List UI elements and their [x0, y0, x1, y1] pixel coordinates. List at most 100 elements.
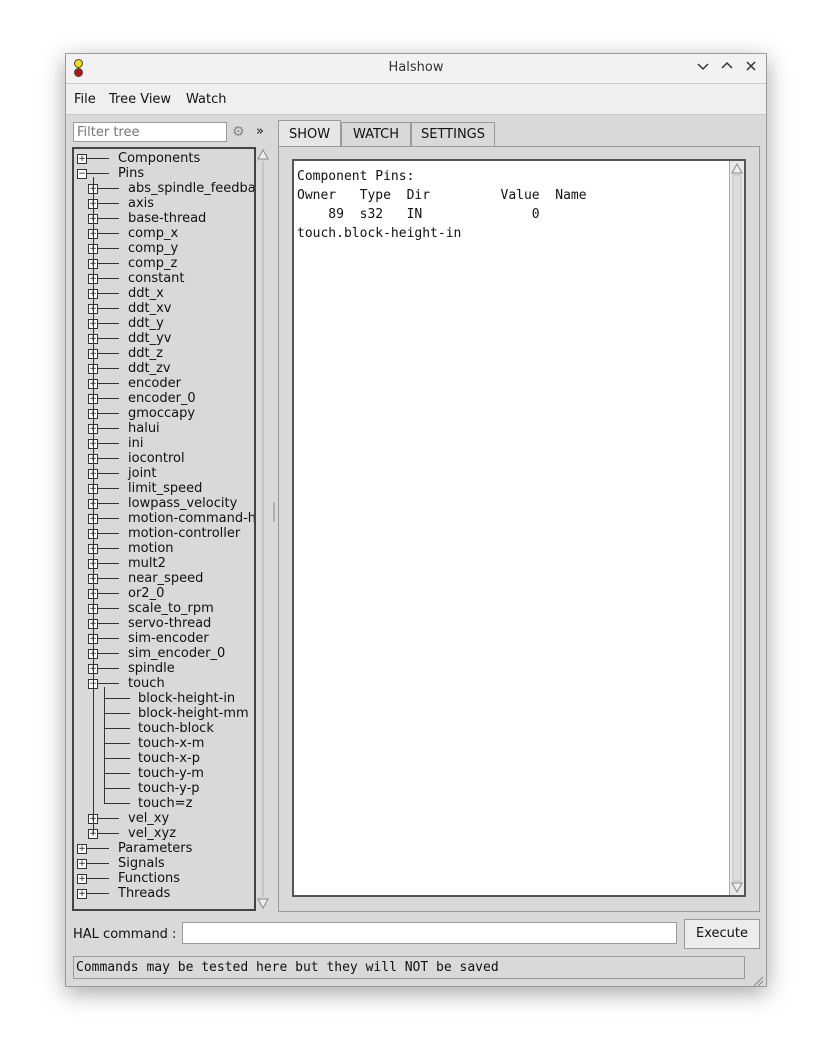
- tree-component[interactable]: +limit_speed: [74, 481, 254, 496]
- tree-component[interactable]: +motion-controller: [74, 526, 254, 541]
- tree-component[interactable]: +vel_xy: [74, 811, 254, 826]
- tree-connector: [98, 608, 119, 609]
- tree-component[interactable]: +halui: [74, 421, 254, 436]
- tree-component[interactable]: +ini: [74, 436, 254, 451]
- tree-component[interactable]: +comp_x: [74, 226, 254, 241]
- show-output[interactable]: Component Pins: Owner Type Dir Value Nam…: [292, 159, 746, 897]
- tree-connector: [104, 713, 130, 714]
- tree-component[interactable]: +motion: [74, 541, 254, 556]
- hal-tree[interactable]: +Components−Pins+abs_spindle_feedba+axis…: [72, 147, 256, 911]
- tree-component[interactable]: +ddt_yv: [74, 331, 254, 346]
- tree-component[interactable]: +comp_z: [74, 256, 254, 271]
- tree-category[interactable]: + Parameters: [74, 841, 254, 856]
- tree-component[interactable]: +motion-command-h: [74, 511, 254, 526]
- menu-file[interactable]: File: [74, 92, 96, 107]
- tree-scrollbar[interactable]: [256, 147, 270, 911]
- tree-item-label: scale_to_rpm: [128, 601, 214, 616]
- tree-connector: [98, 623, 119, 624]
- tree-category[interactable]: + Threads: [74, 886, 254, 901]
- tree-component[interactable]: +mult2: [74, 556, 254, 571]
- tab-settings[interactable]: SETTINGS: [411, 122, 495, 146]
- tree-component[interactable]: +sim-encoder: [74, 631, 254, 646]
- tree-component[interactable]: +ddt_zv: [74, 361, 254, 376]
- tree-component[interactable]: +encoder: [74, 376, 254, 391]
- menu-tree-view[interactable]: Tree View: [109, 92, 171, 107]
- tree-component[interactable]: +ddt_z: [74, 346, 254, 361]
- tree-component[interactable]: +near_speed: [74, 571, 254, 586]
- tree-component[interactable]: −touch: [74, 676, 254, 691]
- tree-pin[interactable]: touch=z: [74, 796, 254, 811]
- tree-pin[interactable]: touch-x-m: [74, 736, 254, 751]
- show-scrollbar[interactable]: [729, 161, 744, 895]
- expand-icon[interactable]: +: [77, 844, 87, 854]
- tree-component[interactable]: +base-thread: [74, 211, 254, 226]
- tree-item-label: comp_y: [128, 241, 179, 256]
- expand-icon[interactable]: +: [77, 874, 87, 884]
- filter-tree-field[interactable]: [77, 124, 223, 140]
- tree-pin[interactable]: touch-block: [74, 721, 254, 736]
- minimize-icon[interactable]: [694, 59, 712, 77]
- tree-connector: [98, 383, 119, 384]
- tree-pin[interactable]: touch-y-m: [74, 766, 254, 781]
- tree-component[interactable]: +spindle: [74, 661, 254, 676]
- tree-component[interactable]: +axis: [74, 196, 254, 211]
- tree-component[interactable]: +gmoccapy: [74, 406, 254, 421]
- tree-connector: [98, 323, 119, 324]
- tree-component[interactable]: +sim_encoder_0: [74, 646, 254, 661]
- tree-item-label: ini: [128, 436, 144, 451]
- collapse-icon[interactable]: −: [77, 169, 87, 179]
- tree-component[interactable]: +comp_y: [74, 241, 254, 256]
- menu-watch[interactable]: Watch: [186, 92, 226, 107]
- tree-component[interactable]: +abs_spindle_feedba: [74, 181, 254, 196]
- tree-connector: [98, 308, 119, 309]
- tree-component[interactable]: +or2_0: [74, 586, 254, 601]
- tree-component[interactable]: +constant: [74, 271, 254, 286]
- tree-category[interactable]: + Components: [74, 151, 254, 166]
- tree-pin[interactable]: block-height-mm: [74, 706, 254, 721]
- tree-component[interactable]: +joint: [74, 466, 254, 481]
- expand-icon[interactable]: +: [77, 154, 87, 164]
- tree-connector: [98, 218, 119, 219]
- maximize-icon[interactable]: [718, 59, 736, 77]
- tree-item-label: or2_0: [128, 586, 165, 601]
- resize-grip-icon[interactable]: [752, 972, 764, 987]
- tree-component[interactable]: +lowpass_velocity: [74, 496, 254, 511]
- tab-show[interactable]: SHOW: [278, 120, 341, 147]
- tree-component[interactable]: +encoder_0: [74, 391, 254, 406]
- tree-connector: [98, 203, 119, 204]
- tree-component[interactable]: +ddt_y: [74, 316, 254, 331]
- execute-button[interactable]: Execute: [684, 919, 760, 949]
- tree-pin[interactable]: touch-x-p: [74, 751, 254, 766]
- tree-connector: [98, 473, 119, 474]
- tree-pin[interactable]: touch-y-p: [74, 781, 254, 796]
- tree-component[interactable]: +scale_to_rpm: [74, 601, 254, 616]
- filter-tree-input[interactable]: [73, 122, 227, 142]
- tree-item-label: Threads: [118, 886, 171, 901]
- tree-pin[interactable]: block-height-in: [74, 691, 254, 706]
- tree-item-label: sim-encoder: [128, 631, 209, 646]
- tree-category[interactable]: + Signals: [74, 856, 254, 871]
- tree-item-label: encoder: [128, 376, 181, 391]
- tab-watch[interactable]: WATCH: [341, 122, 411, 146]
- gear-icon[interactable]: ⚙: [232, 124, 245, 140]
- tree-component[interactable]: +ddt_x: [74, 286, 254, 301]
- expand-icon[interactable]: +: [77, 889, 87, 899]
- tree-component[interactable]: + vel_xyz: [74, 826, 254, 841]
- tree-category[interactable]: − Pins: [74, 166, 254, 181]
- tree-category[interactable]: + Functions: [74, 871, 254, 886]
- hal-command-input[interactable]: [182, 922, 677, 944]
- pane-splitter[interactable]: [272, 147, 276, 911]
- menu-bar: File Tree View Watch: [66, 84, 766, 115]
- expand-icon[interactable]: +: [77, 859, 87, 869]
- show-heading: Component Pins:: [297, 169, 415, 184]
- tree-item-label: base-thread: [128, 211, 207, 226]
- title-bar[interactable]: Halshow: [66, 54, 766, 84]
- window-title: Halshow: [388, 60, 444, 75]
- tree-connector: [98, 638, 119, 639]
- expand-toggle-button[interactable]: »: [256, 124, 264, 139]
- close-icon[interactable]: [742, 59, 760, 77]
- tree-component[interactable]: +iocontrol: [74, 451, 254, 466]
- tree-component[interactable]: +ddt_xv: [74, 301, 254, 316]
- tree-item-label: block-height-in: [138, 691, 236, 706]
- tree-component[interactable]: +servo-thread: [74, 616, 254, 631]
